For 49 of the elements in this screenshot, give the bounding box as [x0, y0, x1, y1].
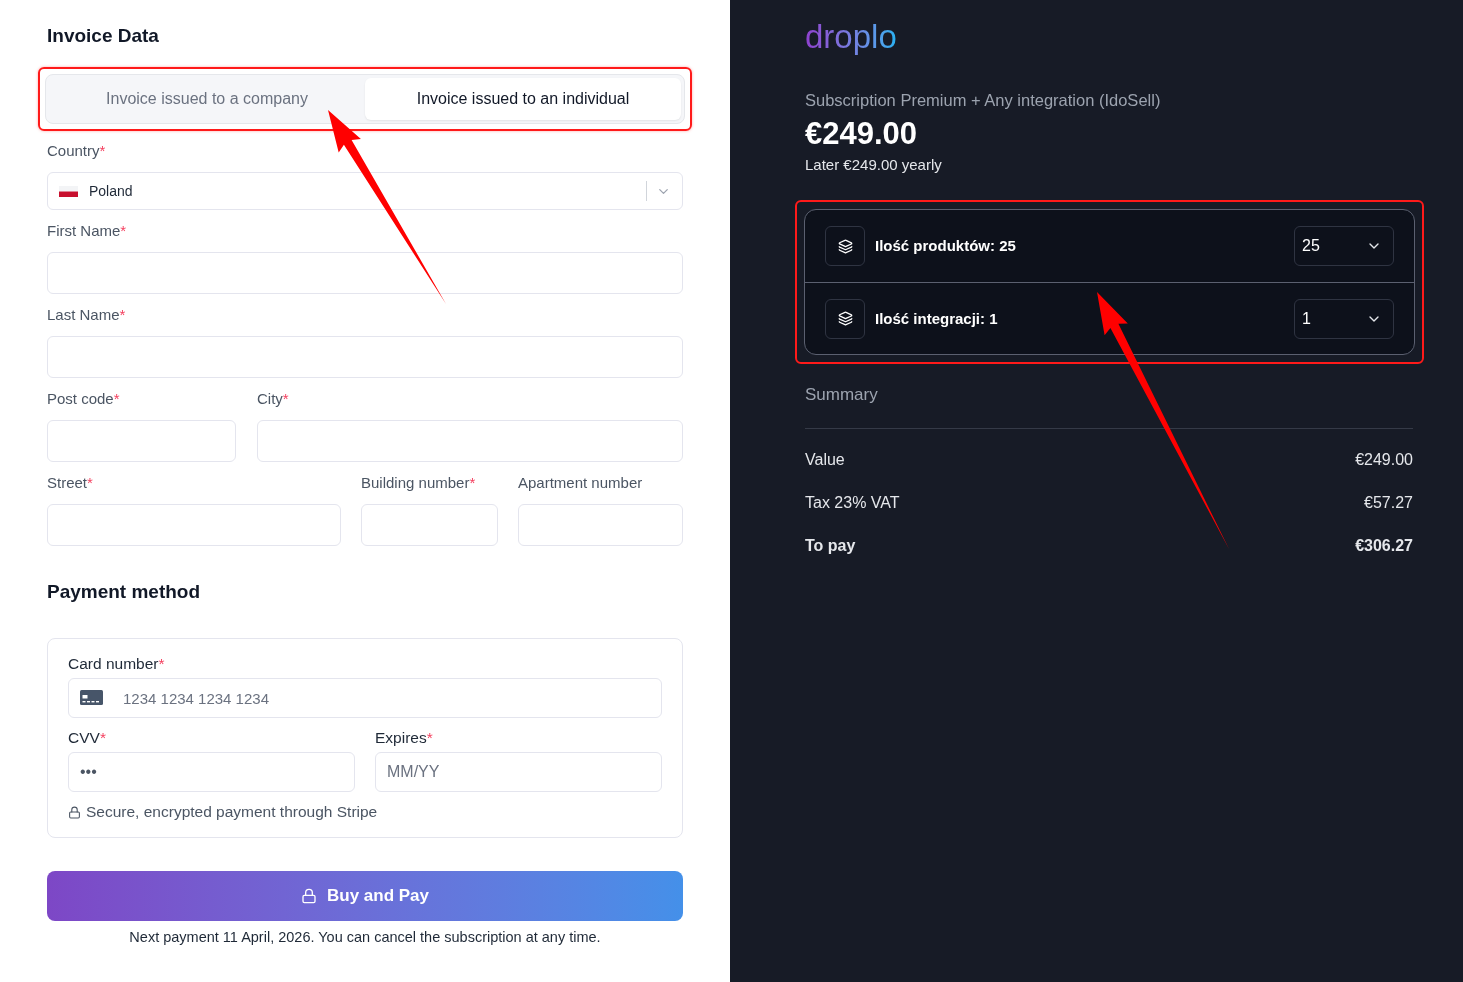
summary-amount: €57.27: [1364, 492, 1413, 513]
pay-button[interactable]: Buy and Pay: [47, 871, 683, 921]
card-number-input[interactable]: 1234 1234 1234 1234: [68, 678, 662, 718]
option-label: Ilość produktów: 25: [875, 236, 1017, 256]
field-label: Country*: [47, 142, 106, 160]
field-label: Street*: [47, 474, 93, 492]
lock-icon: [68, 805, 81, 819]
summary-amount: €249.00: [1355, 449, 1413, 470]
text-input[interactable]: [257, 420, 683, 462]
field-label: Building number*: [361, 474, 476, 492]
summary-label: To pay: [805, 535, 856, 556]
summary-heading: Summary: [805, 384, 878, 407]
quantity-select[interactable]: 25: [1294, 226, 1394, 267]
summary-amount: €306.27: [1355, 535, 1413, 556]
text-input[interactable]: [47, 420, 236, 462]
text-input[interactable]: [47, 504, 341, 546]
field-label: City*: [257, 390, 289, 408]
text-input[interactable]: [47, 252, 683, 294]
tab[interactable]: Invoice issued to a company: [49, 78, 365, 120]
field-label: Post code*: [47, 390, 120, 408]
option-label: Ilość integracji: 1: [875, 308, 999, 329]
layers-icon: [825, 226, 865, 267]
footer-note: Next payment 11 April, 2026. You can cancel the subscription at any time.: [129, 928, 601, 946]
country-select[interactable]: Poland: [47, 172, 683, 210]
summary-label: Tax 23% VAT: [805, 492, 900, 513]
field-label: Card number*: [68, 655, 165, 673]
plan-name: Subscription Premium + Any integration (IdoSell): [805, 90, 1161, 111]
expiry-input[interactable]: MM/YY: [375, 752, 662, 792]
renewal-note: Later €249.00 yearly: [805, 154, 942, 175]
section-heading: Payment method: [47, 580, 201, 604]
field-label: Apartment number: [518, 474, 643, 492]
price: €249.00: [805, 115, 918, 152]
flag-icon: [59, 185, 78, 197]
field-label: Last Name*: [47, 306, 126, 324]
field-label: Expires*: [375, 729, 433, 747]
quantity-select[interactable]: 1: [1294, 298, 1394, 339]
cvv-input[interactable]: •••: [68, 752, 355, 792]
text-input[interactable]: [47, 336, 683, 378]
summary-label: Value: [805, 449, 845, 470]
secure-note: Secure, encrypted payment through Stripe: [86, 803, 378, 821]
layers-icon: [825, 298, 865, 339]
field-label: First Name*: [47, 222, 127, 240]
lock-icon: [300, 888, 317, 904]
credit-card-icon: [80, 690, 103, 705]
text-input[interactable]: [361, 504, 498, 546]
tab[interactable]: Invoice issued to an individual: [365, 78, 681, 120]
section-heading: Invoice Data: [47, 24, 159, 48]
field-label: CVV*: [68, 729, 106, 747]
text-input[interactable]: [518, 504, 683, 546]
